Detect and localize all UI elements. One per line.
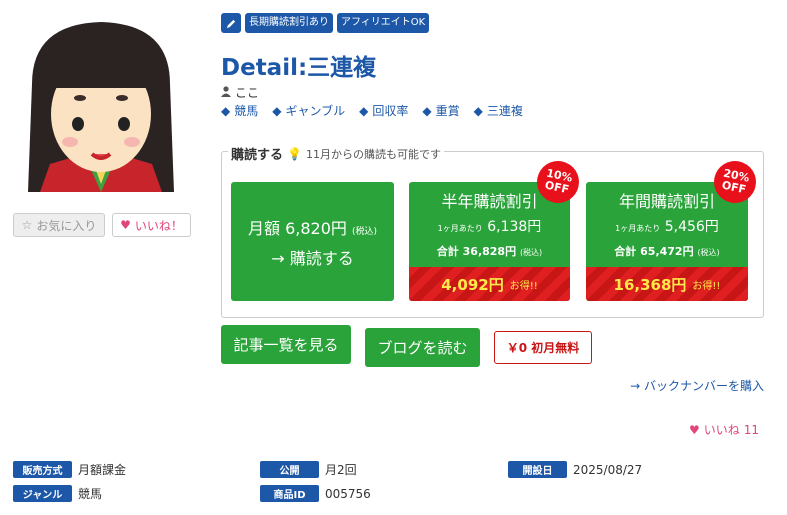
backnumber-link[interactable]: → バックナンバーを購入 — [630, 377, 764, 394]
year-total: 合計 65,472円 (税込) — [586, 243, 748, 259]
heart-icon: ♥ — [688, 422, 700, 437]
tag-item[interactable]: ◆ 競馬 — [221, 102, 258, 119]
tag-label: 三連複 — [486, 104, 523, 118]
meta-genre: ジャンル 競馬 — [13, 485, 102, 502]
half-otoku: お得!! — [509, 280, 538, 292]
user-icon — [221, 85, 231, 100]
star-icon: ☆ — [21, 218, 33, 232]
year-total-price: 65,472円 — [640, 245, 694, 258]
author-name: ここ — [235, 86, 260, 100]
half-savings-amount: 4,092円 — [441, 275, 504, 294]
year-tax: (税込) — [697, 248, 720, 257]
meta-label-genre: ジャンル — [13, 485, 72, 502]
tag-item[interactable]: ◆ ギャンブル — [272, 102, 345, 119]
monthly-plan-button[interactable]: 月額 6,820円 (税込) → 購読する — [231, 182, 394, 301]
half-tax: (税込) — [519, 248, 543, 257]
meta-label-start: 開設日 — [508, 461, 567, 478]
meta-id: 商品ID 005756 — [260, 485, 371, 502]
heart-icon: ♥ — [120, 218, 131, 232]
tag-icon: ◆ — [473, 103, 483, 118]
monthly-price-line: 月額 6,820円 (税込) — [248, 215, 377, 239]
meta-value-sales: 月額課金 — [78, 463, 127, 477]
pencil-icon — [221, 13, 241, 33]
meta-value-start: 2025/08/27 — [573, 462, 643, 477]
like-count[interactable]: ♥ いいね 11 — [689, 421, 759, 438]
tag-label: 回収率 — [372, 104, 409, 118]
meta-pub: 公開 月2回 — [260, 461, 357, 478]
monthly-tax: (税込) — [351, 226, 378, 237]
avatar — [12, 14, 190, 192]
monthly-action: → 購読する — [271, 248, 354, 268]
tag-item[interactable]: ◆ 三連複 — [474, 102, 523, 119]
page-title: Detail:三連複 — [221, 55, 377, 81]
half-per-price: 6,138円 — [487, 219, 542, 235]
favorite-button[interactable]: ☆ お気に入り — [13, 213, 105, 237]
meta-start: 開設日 2025/08/27 — [508, 461, 642, 478]
tag-item[interactable]: ◆ 重賞 — [422, 102, 459, 119]
like-label: いいね！ — [134, 218, 183, 233]
half-total: 合計 36,828円 (税込) — [409, 243, 570, 259]
tag-label: 重賞 — [435, 104, 460, 118]
year-savings-amount: 16,368円 — [613, 275, 687, 294]
year-total-prefix: 合計 — [614, 245, 637, 258]
meta-label-pub: 公開 — [260, 461, 319, 478]
year-per-price: 5,456円 — [664, 219, 719, 235]
like-count-value: 11 — [743, 422, 759, 437]
tag-label: 競馬 — [234, 104, 259, 118]
article-list-button[interactable]: 記事一覧を見る — [221, 325, 351, 364]
half-per-month: 1ヶ月あたり 6,138円 — [409, 216, 570, 236]
half-per-prefix: 1ヶ月あたり — [437, 224, 483, 233]
badge-long-term-discount: 長期購読割引あり — [245, 13, 333, 33]
half-total-price: 36,828円 — [462, 245, 517, 258]
tag-list: ◆ 競馬 ◆ ギャンブル ◆ 回収率 ◆ 重賞 ◆ 三連複 — [221, 102, 523, 119]
subscribe-note: 11月からの購読も可能です — [305, 147, 441, 161]
meta-value-pub: 月2回 — [325, 463, 357, 477]
like-count-label: いいね — [703, 423, 740, 437]
discount-off: OFF — [720, 178, 748, 197]
year-savings: 16,368円 お得!! — [586, 267, 748, 301]
subscribe-legend: 購読する 💡 11月からの購読も可能です — [228, 144, 444, 163]
year-otoku: お得!! — [692, 280, 721, 292]
badge-row: 長期購読割引あり アフィリエイトOK — [221, 13, 430, 33]
meta-label-sales: 販売方式 — [13, 461, 72, 478]
meta-value-id: 005756 — [325, 486, 371, 501]
tag-icon: ◆ — [221, 103, 231, 118]
half-savings: 4,092円 お得!! — [409, 267, 570, 301]
year-per-month: 1ヶ月あたり 5,456円 — [586, 216, 748, 236]
tag-icon: ◆ — [359, 103, 369, 118]
author[interactable]: ここ — [221, 84, 259, 101]
meta-value-genre: 競馬 — [78, 487, 103, 501]
meta-sales: 販売方式 月額課金 — [13, 461, 126, 478]
first-month-free-button[interactable]: ￥0 初月無料 — [494, 331, 592, 364]
tag-label: ギャンブル — [285, 104, 346, 118]
monthly-price: 6,820円 — [285, 218, 347, 238]
subscribe-legend-title: 購読する — [231, 148, 284, 163]
favorite-label: お気に入り — [36, 218, 97, 233]
tag-icon: ◆ — [272, 103, 282, 118]
discount-off: OFF — [543, 178, 571, 197]
meta-label-id: 商品ID — [260, 485, 319, 502]
tag-item[interactable]: ◆ 回収率 — [359, 102, 408, 119]
half-total-prefix: 合計 — [436, 245, 459, 258]
year-per-prefix: 1ヶ月あたり — [615, 224, 661, 233]
tag-icon: ◆ — [422, 103, 432, 118]
monthly-prefix: 月額 — [247, 218, 280, 238]
read-blog-button[interactable]: ブログを読む — [365, 328, 480, 367]
lightbulb-icon: 💡 — [287, 146, 302, 161]
like-button[interactable]: ♥ いいね！ — [112, 213, 191, 237]
badge-affiliate: アフィリエイトOK — [337, 13, 430, 33]
